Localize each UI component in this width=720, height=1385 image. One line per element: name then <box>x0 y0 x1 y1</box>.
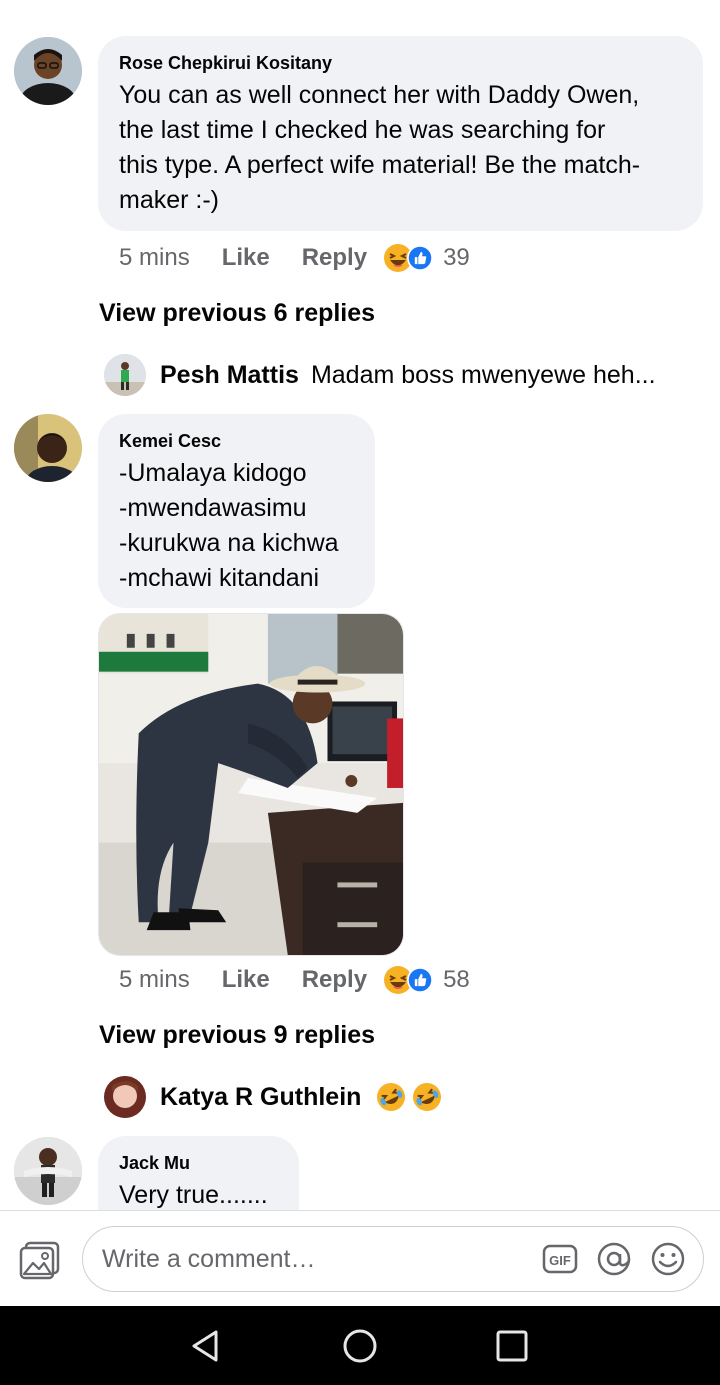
comment-bubble[interactable]: Kemei Cesc -Umalaya kidogo -mwendawasimu… <box>98 414 375 608</box>
profile-photo-icon <box>14 1137 82 1205</box>
like-emoji-icon <box>407 245 434 271</box>
view-previous-replies[interactable]: View previous 9 replies <box>99 1021 375 1050</box>
profile-photo-icon <box>104 1076 146 1118</box>
avatar-kemei[interactable] <box>14 414 82 482</box>
avatar-rose[interactable] <box>14 37 82 105</box>
reply-text: Madam boss mwenyewe heh... <box>310 360 656 389</box>
like-button[interactable]: Like <box>222 244 270 272</box>
comment-actions: 5 mins Like Reply 58 <box>119 963 470 997</box>
comment-time[interactable]: 5 mins <box>119 244 190 272</box>
avatar-katya[interactable] <box>104 1076 146 1118</box>
home-icon[interactable] <box>340 1326 380 1366</box>
reply-author[interactable]: Katya R Guthlein <box>160 1083 361 1112</box>
comment-composer: Write a comment… GIF <box>0 1210 720 1306</box>
system-navigation-bar <box>0 1306 720 1385</box>
comment-text: Very true....... <box>119 1181 268 1209</box>
reactions-summary[interactable] <box>383 243 434 273</box>
comment-author[interactable]: Rose Chepkirui Kositany <box>119 52 683 74</box>
rolling-laugh-emoji-icon <box>377 1083 406 1111</box>
avatar-pesh[interactable] <box>104 354 146 396</box>
reply-button[interactable]: Reply <box>302 244 367 272</box>
gif-icon[interactable]: GIF <box>542 1241 578 1277</box>
recents-icon[interactable] <box>492 1326 532 1366</box>
attached-image <box>99 614 403 955</box>
reaction-count[interactable]: 39 <box>443 244 470 272</box>
reactions-summary[interactable] <box>383 965 434 995</box>
reaction-count[interactable]: 58 <box>443 966 470 994</box>
photo-icon[interactable] <box>18 1241 62 1281</box>
rolling-laugh-emoji-icon <box>413 1083 442 1111</box>
avatar-jack[interactable] <box>14 1137 82 1205</box>
latest-reply[interactable]: Katya R Guthlein <box>104 1076 443 1118</box>
comment-bubble[interactable]: Jack Mu Very true....... <box>98 1136 299 1210</box>
like-button[interactable]: Like <box>222 966 270 994</box>
profile-photo-icon <box>14 37 82 105</box>
svg-text:GIF: GIF <box>549 1253 571 1268</box>
comment-bubble[interactable]: Rose Chepkirui Kositany You can as well … <box>98 36 703 231</box>
comments-feed[interactable]: Rose Chepkirui Kositany You can as well … <box>0 0 720 1210</box>
reply-button[interactable]: Reply <box>302 966 367 994</box>
profile-photo-icon <box>14 414 82 482</box>
mention-icon[interactable] <box>596 1241 632 1277</box>
latest-reply[interactable]: Pesh Mattis Madam boss mwenyewe heh... <box>104 354 656 396</box>
emoji-icon[interactable] <box>650 1241 686 1277</box>
view-previous-replies[interactable]: View previous 6 replies <box>99 299 375 328</box>
profile-photo-icon <box>104 354 146 396</box>
reply-author[interactable]: Pesh Mattis <box>160 361 299 390</box>
comment-actions: 5 mins Like Reply 39 <box>119 241 470 275</box>
comment-text: -Umalaya kidogo -mwendawasimu -kurukwa n… <box>119 459 339 592</box>
comment-text: You can as well connect her with Daddy O… <box>119 81 641 214</box>
comment-input[interactable]: Write a comment… GIF <box>82 1226 704 1292</box>
comment-photo[interactable] <box>98 613 404 956</box>
reply-emojis <box>371 1081 443 1113</box>
comment-input-placeholder: Write a comment… <box>102 1245 316 1273</box>
comment-author[interactable]: Jack Mu <box>119 1152 279 1174</box>
like-emoji-icon <box>407 967 434 993</box>
comment-author[interactable]: Kemei Cesc <box>119 430 355 452</box>
back-icon[interactable] <box>186 1326 226 1366</box>
comment-time[interactable]: 5 mins <box>119 966 190 994</box>
